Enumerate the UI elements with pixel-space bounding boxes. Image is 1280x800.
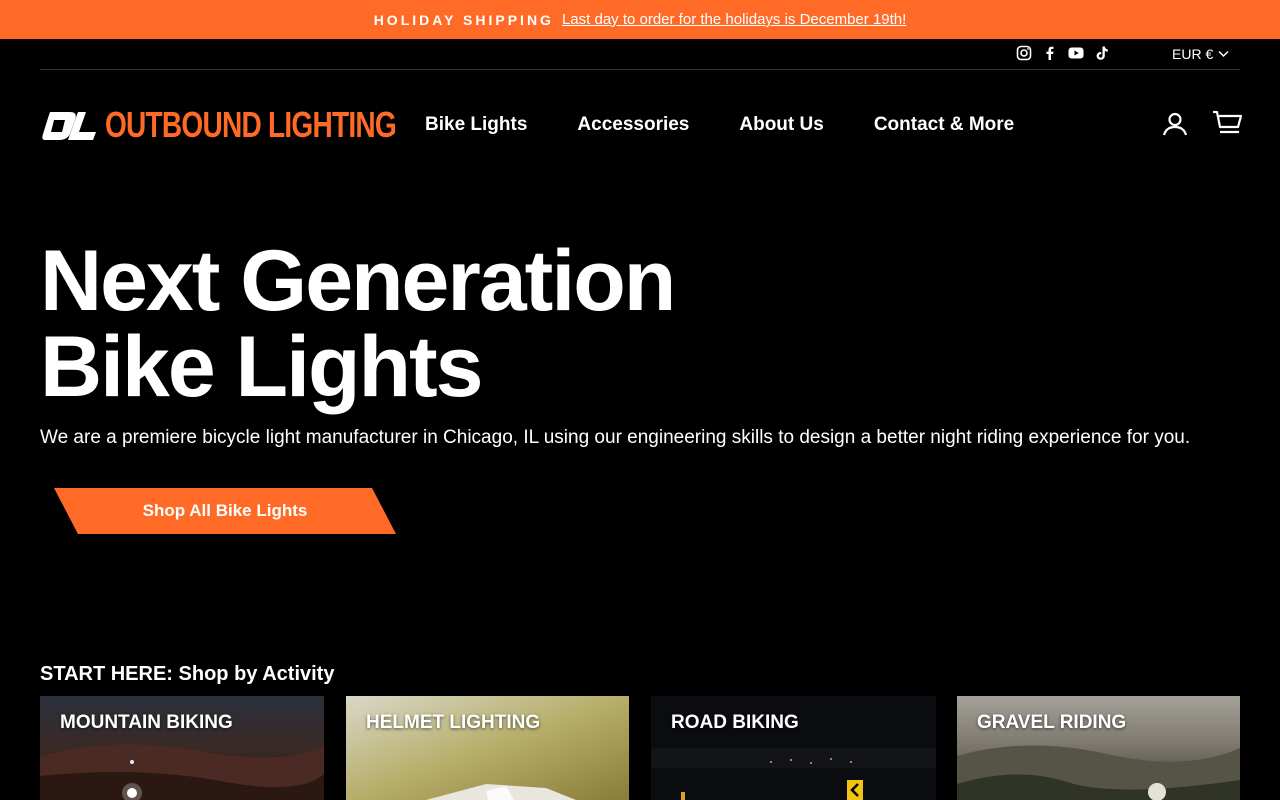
- facebook-icon[interactable]: [1042, 45, 1058, 61]
- logo-mark-icon: [42, 112, 96, 140]
- activity-card-title: GRAVEL RIDING: [977, 712, 1127, 733]
- activity-card-road[interactable]: ROAD BIKING: [651, 696, 936, 800]
- announcement-label: HOLIDAY SHIPPING: [373, 11, 554, 28]
- youtube-icon[interactable]: [1068, 45, 1084, 61]
- hero-section: Next Generation Bike Lights We are a pre…: [40, 238, 1240, 449]
- activity-card-title: ROAD BIKING: [671, 712, 799, 733]
- utility-bar: EUR €: [40, 39, 1240, 70]
- tiktok-icon[interactable]: [1094, 45, 1110, 61]
- brand-logo[interactable]: OUTBOUND LIGHTING: [42, 106, 478, 144]
- activity-card-title: HELMET LIGHTING: [366, 712, 541, 733]
- activity-cards: MOUNTAIN BIKING HELMET LIGHTING ROAD BIK…: [40, 696, 1240, 800]
- cta-label: Shop All Bike Lights: [142, 501, 308, 520]
- site-header: OUTBOUND LIGHTING Bike Lights Accessorie…: [40, 70, 1242, 178]
- hero-title: Next Generation Bike Lights: [40, 238, 1240, 410]
- announcement-link[interactable]: Last day to order for the holidays is De…: [562, 11, 906, 28]
- nav-item-contact-more[interactable]: Contact & More: [874, 114, 1014, 136]
- cart-icon[interactable]: [1212, 110, 1242, 136]
- nav-item-about-us[interactable]: About Us: [739, 114, 823, 136]
- instagram-icon[interactable]: [1016, 45, 1032, 61]
- currency-selector[interactable]: EUR €: [1172, 46, 1229, 62]
- shop-all-bike-lights-button[interactable]: Shop All Bike Lights: [54, 488, 396, 534]
- activity-card-gravel[interactable]: GRAVEL RIDING: [957, 696, 1240, 800]
- activity-card-helmet[interactable]: HELMET LIGHTING: [346, 696, 629, 800]
- hero-title-line2: Bike Lights: [40, 319, 484, 415]
- announcement-bar: HOLIDAY SHIPPING Last day to order for t…: [0, 0, 1280, 39]
- social-links: [1016, 45, 1110, 61]
- activity-card-title: MOUNTAIN BIKING: [60, 712, 233, 733]
- nav-item-bike-lights[interactable]: Bike Lights: [425, 114, 527, 136]
- hero-description: We are a premiere bicycle light manufact…: [40, 427, 1191, 448]
- account-icon[interactable]: [1162, 111, 1188, 137]
- activity-card-mountain[interactable]: MOUNTAIN BIKING: [40, 696, 324, 800]
- main-nav: Bike Lights Accessories About Us Contact…: [425, 114, 1014, 136]
- nav-item-accessories[interactable]: Accessories: [577, 114, 689, 136]
- brand-name: OUTBOUND LIGHTING: [105, 104, 397, 145]
- chevron-down-icon: [1218, 50, 1229, 58]
- activity-heading: START HERE: Shop by Activity: [40, 663, 335, 685]
- currency-label: EUR €: [1172, 46, 1214, 62]
- hero-title-line1: Next Generation: [40, 233, 676, 329]
